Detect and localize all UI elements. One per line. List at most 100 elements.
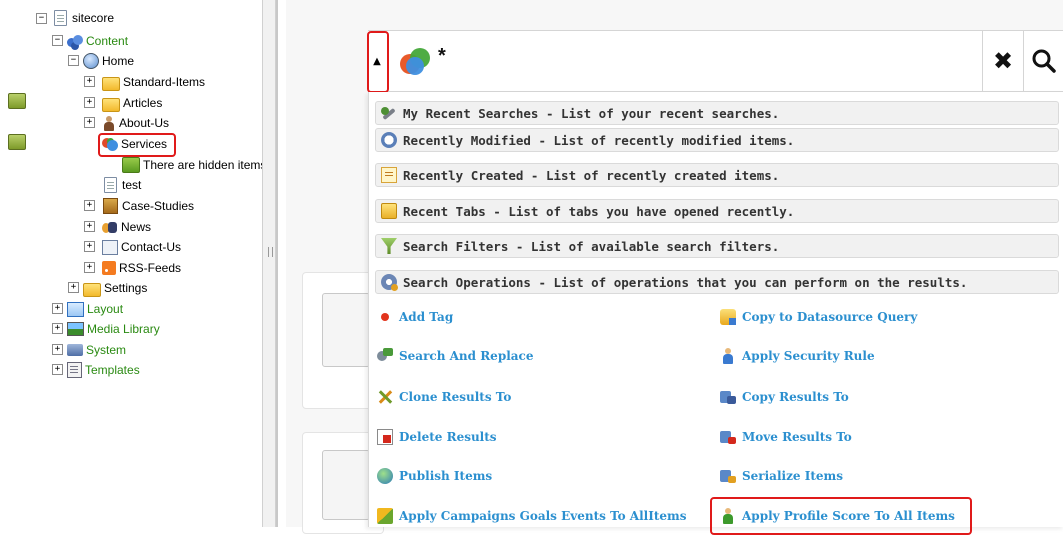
- expand-toggle[interactable]: +: [52, 303, 63, 314]
- collapse-toggle[interactable]: −: [68, 55, 79, 66]
- tree-node-label: sitecore: [72, 11, 115, 25]
- tree-node-media-library[interactable]: Media Library: [67, 320, 160, 338]
- action-label: Delete Results: [399, 430, 497, 444]
- expand-toggle[interactable]: +: [52, 344, 63, 355]
- tree-node-hidden-items[interactable]: There are hidden items: [122, 156, 262, 174]
- tree-node-templates[interactable]: Templates: [67, 361, 140, 379]
- expand-toggle[interactable]: +: [84, 200, 95, 211]
- gutter-validation-icon[interactable]: [8, 134, 26, 150]
- clear-search-button[interactable]: ✖: [982, 31, 1023, 91]
- expand-toggle[interactable]: +: [84, 117, 95, 128]
- expand-toggle[interactable]: +: [84, 262, 95, 273]
- tree-node-label: Standard-Items: [123, 75, 206, 89]
- action-label: Move Results To: [742, 430, 852, 444]
- datasource-icon: [720, 309, 736, 325]
- background-tile: [322, 293, 370, 367]
- category-label: Recently Created - List of recently crea…: [403, 167, 780, 183]
- search-button[interactable]: [1023, 31, 1063, 91]
- category-recently-created[interactable]: Recently Created - List of recently crea…: [375, 163, 1059, 187]
- case-studies-icon: [103, 198, 118, 214]
- category-recently-modified[interactable]: Recently Modified - List of recently mod…: [375, 128, 1059, 152]
- action-clone-results[interactable]: Clone Results To: [377, 386, 511, 408]
- splitter-grip-icon[interactable]: [268, 247, 273, 257]
- tree-node-layout[interactable]: Layout: [67, 300, 123, 318]
- search-filters-icon: [381, 238, 397, 254]
- search-query-text[interactable]: *: [438, 45, 446, 68]
- tree-node-settings[interactable]: Settings: [83, 279, 147, 297]
- expand-toggle[interactable]: +: [68, 282, 79, 293]
- content-tree: − sitecore − Content − Home + Standard-I…: [0, 0, 262, 527]
- tree-node-rss-feeds[interactable]: RSS-Feeds: [102, 259, 181, 277]
- expand-toggle[interactable]: +: [84, 241, 95, 252]
- category-search-operations[interactable]: Search Operations - List of operations t…: [375, 270, 1059, 294]
- tree-node-case-studies[interactable]: Case-Studies: [102, 197, 194, 215]
- expand-toggle[interactable]: +: [84, 76, 95, 87]
- action-copy-datasource-query[interactable]: Copy to Datasource Query: [720, 306, 917, 328]
- services-highlight-box: [98, 133, 176, 157]
- security-icon: [720, 348, 736, 364]
- tree-node-content[interactable]: Content: [67, 32, 128, 50]
- category-recent-searches[interactable]: My Recent Searches - List of your recent…: [375, 101, 1059, 125]
- tree-node-label: Templates: [85, 363, 140, 377]
- action-apply-campaigns[interactable]: Apply Campaigns Goals Events To AllItems: [377, 505, 686, 527]
- category-recent-tabs[interactable]: Recent Tabs - List of tabs you have open…: [375, 199, 1059, 223]
- action-publish-items[interactable]: Publish Items: [377, 465, 492, 487]
- action-search-and-replace[interactable]: Search And Replace: [377, 345, 533, 367]
- news-icon: [102, 220, 118, 234]
- category-label: Recent Tabs - List of tabs you have open…: [403, 203, 795, 219]
- gutter-validation-icon[interactable]: [8, 93, 26, 109]
- tree-node-label: RSS-Feeds: [119, 261, 182, 275]
- recent-searches-icon: [381, 105, 397, 121]
- tree-node-label: Media Library: [87, 322, 160, 336]
- tree-node-news[interactable]: News: [102, 218, 151, 236]
- tree-node-sitecore[interactable]: sitecore: [52, 9, 114, 27]
- action-label: Search And Replace: [399, 349, 534, 363]
- expand-toggle[interactable]: +: [84, 97, 95, 108]
- tree-node-articles[interactable]: Articles: [102, 94, 162, 112]
- action-copy-results[interactable]: Copy Results To: [720, 386, 849, 408]
- action-label: Add Tag: [399, 310, 454, 324]
- action-add-tag[interactable]: Add Tag: [377, 306, 453, 328]
- profile-score-highlight-box: [710, 497, 972, 535]
- action-label: Apply Campaigns Goals Events To AllItems: [399, 509, 687, 523]
- layout-icon: [67, 301, 84, 317]
- action-apply-security-rule[interactable]: Apply Security Rule: [720, 345, 875, 367]
- templates-icon: [67, 362, 82, 378]
- tree-node-system[interactable]: System: [67, 341, 126, 359]
- folder-icon: [83, 282, 101, 297]
- action-label: Publish Items: [399, 469, 493, 483]
- serialize-icon: [720, 468, 736, 484]
- category-search-filters[interactable]: Search Filters - List of available searc…: [375, 234, 1059, 258]
- background-tile: [322, 450, 370, 520]
- recent-tabs-icon: [381, 203, 397, 219]
- recently-modified-icon: [381, 132, 397, 148]
- clone-icon: [377, 389, 393, 405]
- collapse-toggle[interactable]: −: [52, 35, 63, 46]
- expand-toggle[interactable]: +: [84, 221, 95, 232]
- home-icon: [83, 53, 99, 69]
- tree-node-standard-items[interactable]: Standard-Items: [102, 73, 205, 91]
- action-serialize-items[interactable]: Serialize Items: [720, 465, 843, 487]
- tree-node-about-us[interactable]: About-Us: [102, 114, 169, 132]
- move-icon: [720, 429, 736, 445]
- tree-node-home[interactable]: Home: [83, 52, 134, 70]
- category-label: Search Filters - List of available searc…: [403, 238, 780, 254]
- action-label: Copy Results To: [742, 390, 849, 404]
- expand-toggle[interactable]: +: [52, 323, 63, 334]
- search-operations-icon: [381, 274, 398, 291]
- tree-node-test[interactable]: test: [102, 176, 141, 194]
- category-label: Search Operations - List of operations t…: [403, 274, 968, 290]
- pane-splitter[interactable]: [262, 0, 276, 527]
- action-move-results[interactable]: Move Results To: [720, 426, 852, 448]
- publish-icon: [377, 468, 393, 484]
- expand-toggle[interactable]: +: [52, 364, 63, 375]
- tree-node-label: Articles: [123, 96, 163, 110]
- tree-node-contact-us[interactable]: Contact-Us: [102, 238, 181, 256]
- collapse-toggle[interactable]: −: [36, 13, 47, 24]
- campaign-icon: [377, 508, 393, 524]
- contact-icon: [102, 239, 118, 255]
- media-library-icon: [67, 322, 84, 336]
- action-label: Apply Security Rule: [742, 349, 875, 363]
- action-delete-results[interactable]: Delete Results: [377, 426, 497, 448]
- tree-node-label: Contact-Us: [121, 240, 182, 254]
